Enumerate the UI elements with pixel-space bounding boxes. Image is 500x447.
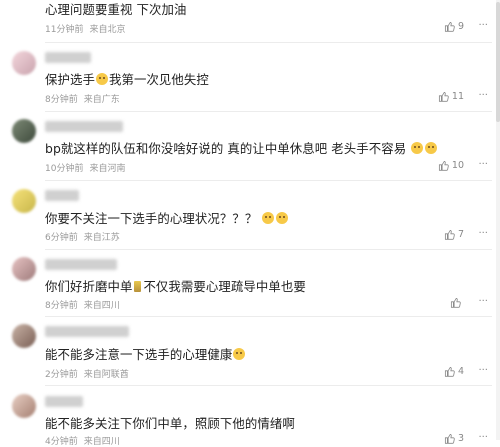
thumbs-up-icon: [444, 230, 455, 240]
username[interactable]: [45, 259, 117, 270]
like-count: 10: [451, 160, 464, 171]
divider: [45, 249, 492, 250]
comment-meta: 4分钟前 来自四川: [45, 434, 126, 447]
comment-time: 10分钟前: [45, 164, 84, 174]
ellipsis-icon[interactable]: ···: [478, 296, 488, 307]
comment-time: 8分钟前: [45, 95, 78, 105]
crying-laughing-emoji-icon: [411, 142, 424, 154]
comment-text: 能不能多关注下你们中单，照顾下他的情绪啊: [45, 416, 295, 431]
like-button[interactable]: 3: [444, 433, 464, 444]
ellipsis-icon[interactable]: ···: [478, 365, 488, 376]
avatar[interactable]: [12, 394, 36, 418]
comment-time: 6分钟前: [45, 233, 78, 243]
comment-text: 你要不关注一下选手的心理状况？？？: [45, 209, 289, 227]
comment-time: 11分钟前: [45, 25, 84, 35]
comment-meta: 10分钟前 来自河南: [45, 161, 131, 174]
comment-time: 8分钟前: [45, 301, 78, 311]
comment-meta: 2分钟前 来自阿联酋: [45, 367, 135, 380]
avatar[interactable]: [12, 257, 36, 281]
username[interactable]: [45, 121, 123, 132]
ellipsis-icon[interactable]: ···: [478, 20, 488, 31]
like-button[interactable]: [450, 297, 464, 308]
thumbs-up-icon: [444, 367, 455, 377]
scrollbar-thumb[interactable]: [496, 2, 500, 122]
comment-text-part: 保护选手: [45, 72, 95, 87]
comment-location: 来自阿联酋: [83, 370, 129, 380]
comment-text-part: 你们好折磨中单: [45, 279, 133, 294]
ellipsis-icon[interactable]: ···: [478, 159, 488, 170]
comment-meta: 8分钟前 来自四川: [45, 298, 126, 311]
comment-time: 4分钟前: [45, 437, 78, 447]
laughing-emoji-icon: [95, 73, 108, 85]
like-count: 3: [457, 433, 464, 444]
comment-location: 来自四川: [83, 301, 120, 311]
like-count: 7: [457, 229, 464, 240]
avatar[interactable]: [12, 119, 36, 143]
username[interactable]: [45, 326, 129, 337]
divider: [45, 316, 492, 317]
like-button[interactable]: 9: [444, 21, 464, 32]
avatar[interactable]: [12, 324, 36, 348]
thumbs-up-icon: [450, 298, 461, 308]
ellipsis-icon[interactable]: ···: [478, 228, 488, 239]
username[interactable]: [45, 396, 83, 407]
crying-laughing-emoji-icon: [425, 142, 438, 154]
comment-text: 你们好折磨中单 不仅我需要心理疏导中单也要: [45, 277, 306, 295]
avatar[interactable]: [12, 51, 36, 75]
username[interactable]: [45, 52, 91, 63]
comment-meta: 6分钟前 来自江苏: [45, 230, 126, 243]
thumbs-up-icon: [444, 434, 455, 444]
comment-meta: 8分钟前 来自广东: [45, 92, 126, 105]
thumbs-up-icon: [444, 22, 455, 32]
divider: [45, 111, 492, 112]
ellipsis-icon[interactable]: ···: [478, 90, 488, 101]
smile-emoji-icon: [262, 212, 275, 224]
comment-text: 心理问题要重视 下次加油: [45, 2, 187, 17]
like-button[interactable]: 11: [438, 91, 464, 102]
comment-location: 来自北京: [89, 25, 126, 35]
comment-text: bp就这样的队伍和你没啥好说的 真的让中单休息吧 老头手不容易: [45, 139, 438, 157]
comment-meta: 11分钟前 来自北京: [45, 22, 131, 35]
like-count: 11: [451, 91, 464, 102]
like-button[interactable]: 10: [438, 160, 464, 171]
comment-location: 来自河南: [89, 164, 126, 174]
comment-time: 2分钟前: [45, 370, 78, 380]
comment-text-part: bp就这样的队伍和你没啥好说的 真的让中单休息吧 老头手不容易: [45, 141, 407, 156]
avatar[interactable]: [12, 189, 36, 213]
divider: [45, 42, 492, 43]
ellipsis-icon[interactable]: ···: [478, 432, 488, 443]
comment-text-part: 你要不关注一下选手的心理状况？？？: [45, 211, 258, 226]
comment-text-part: 不仅我需要心理疏导中单也要: [143, 279, 306, 294]
divider: [45, 180, 492, 181]
thumbs-up-icon: [438, 92, 449, 102]
thumbs-up-icon: [438, 161, 449, 171]
like-count: 4: [457, 366, 464, 377]
smile-emoji-icon: [276, 212, 289, 224]
username[interactable]: [45, 190, 79, 201]
comment-text-part: 能不能多注意一下选手的心理健康: [45, 347, 233, 362]
divider: [45, 385, 492, 386]
smile-emoji-icon: [233, 348, 246, 360]
scrollbar-track[interactable]: [496, 0, 500, 440]
comment-location: 来自江苏: [83, 233, 120, 243]
comment-text: 保护选手 我第一次见他失控: [45, 70, 209, 88]
comment-location: 来自广东: [83, 95, 120, 105]
like-button[interactable]: 7: [444, 229, 464, 240]
emoji-icon: [134, 281, 142, 292]
comment-location: 来自四川: [83, 437, 120, 447]
comment-text: 能不能多注意一下选手的心理健康: [45, 345, 246, 363]
like-count: 9: [457, 21, 464, 32]
comment-text-part: 我第一次见他失控: [108, 72, 209, 87]
like-button[interactable]: 4: [444, 366, 464, 377]
